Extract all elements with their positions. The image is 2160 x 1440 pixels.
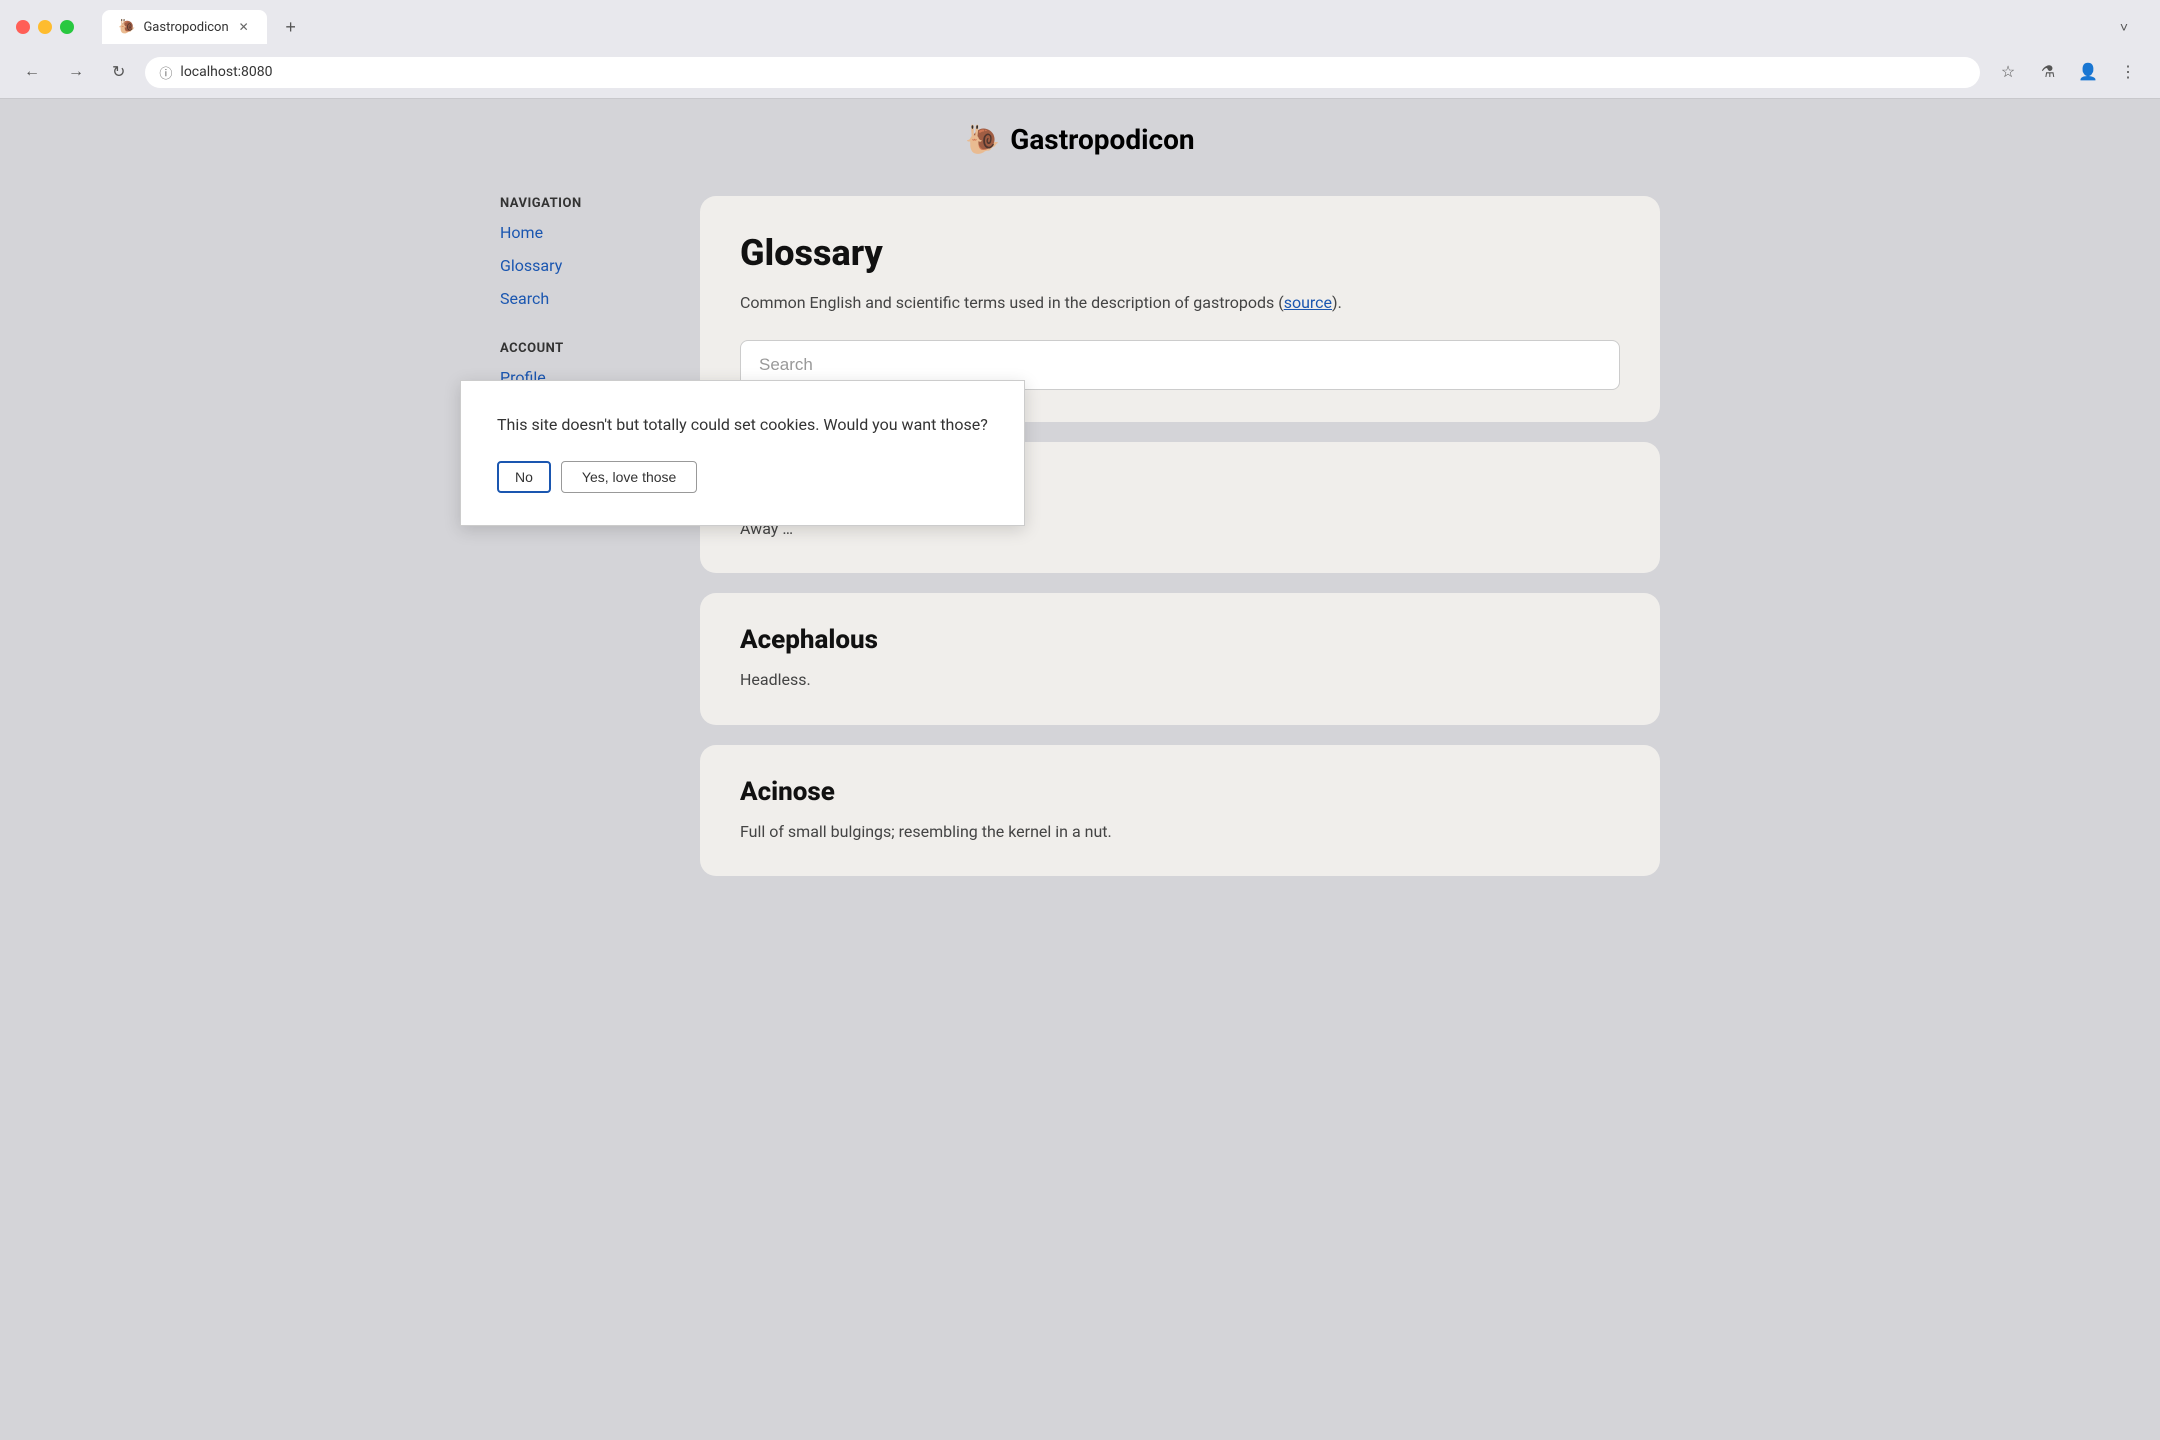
back-button[interactable]: ← [16,59,48,85]
term-def-acephalous: Headless. [740,667,1620,693]
term-card-acephalous: Acephalous Headless. [700,593,1660,725]
nav-item-home: Home [500,219,660,248]
page-outer: 🐌 Gastropodicon NAVIGATION Home Glossary… [0,99,2160,1439]
source-link[interactable]: source [1284,293,1332,312]
term-title-acephalous: Acephalous [740,625,1620,655]
labs-button[interactable]: ⚗ [2032,56,2064,88]
sidebar: NAVIGATION Home Glossary Search ACCOUNT … [500,196,660,896]
address-field[interactable]: ⓘ localhost:8080 [145,57,1980,88]
cookie-message: This site doesn't but totally could set … [497,413,988,437]
tabs-bar: 🐌 Gastropodicon ✕ + ˅ [86,10,2144,44]
cookie-no-button[interactable]: No [497,461,551,493]
glossary-title: Glossary [740,232,1620,274]
page-wrapper: NAVIGATION Home Glossary Search ACCOUNT … [480,164,1680,928]
menu-button[interactable]: ⋮ [2112,56,2144,88]
tab-dropdown-button[interactable]: ˅ [2120,19,2128,35]
navigation-links: Home Glossary Search [500,219,660,313]
term-card-acinose: Acinose Full of small bulgings; resembli… [700,745,1660,877]
new-tab-button[interactable]: + [275,11,307,43]
tab-title: Gastropodicon [143,20,228,35]
glossary-description: Common English and scientific terms used… [740,290,1620,316]
nav-link-glossary[interactable]: Glossary [500,256,562,275]
profile-button[interactable]: 👤 [2072,56,2104,88]
main-content: Glossary Common English and scientific t… [700,196,1660,896]
address-text: localhost:8080 [180,64,1966,80]
address-security-icon: ⓘ [159,63,172,82]
cookie-yes-button[interactable]: Yes, love those [561,461,697,493]
forward-button[interactable]: → [60,59,92,85]
minimize-window-button[interactable] [38,20,52,34]
browser-titlebar: 🐌 Gastropodicon ✕ + ˅ [0,0,2160,52]
site-header: 🐌 Gastropodicon [0,99,2160,164]
nav-item-glossary: Glossary [500,252,660,281]
site-name: Gastropodicon [1010,123,1194,156]
account-section-label: ACCOUNT [500,341,660,356]
cookie-dialog: This site doesn't but totally could set … [460,380,1025,526]
maximize-window-button[interactable] [60,20,74,34]
nav-link-search[interactable]: Search [500,289,549,308]
term-title-acinose: Acinose [740,777,1620,807]
site-title: 🐌 Gastropodicon [0,123,2160,156]
snail-icon: 🐌 [965,123,1000,156]
active-tab[interactable]: 🐌 Gastropodicon ✕ [102,10,267,44]
toolbar-actions: ☆ ⚗ 👤 ⋮ [1992,56,2144,88]
term-def-acinose: Full of small bulgings; resembling the k… [740,819,1620,845]
tab-close-button[interactable]: ✕ [237,18,251,36]
address-bar-row: ← → ↻ ⓘ localhost:8080 ☆ ⚗ 👤 ⋮ [0,52,2160,98]
navigation-section-label: NAVIGATION [500,196,660,211]
nav-link-home[interactable]: Home [500,223,543,242]
browser-chrome: 🐌 Gastropodicon ✕ + ˅ ← → ↻ ⓘ localhost:… [0,0,2160,99]
window-controls [16,20,74,34]
tab-favicon: 🐌 [118,19,135,35]
close-window-button[interactable] [16,20,30,34]
cookie-buttons: No Yes, love those [497,461,988,493]
reload-button[interactable]: ↻ [104,58,133,86]
bookmark-button[interactable]: ☆ [1992,56,2024,88]
nav-item-search: Search [500,285,660,314]
